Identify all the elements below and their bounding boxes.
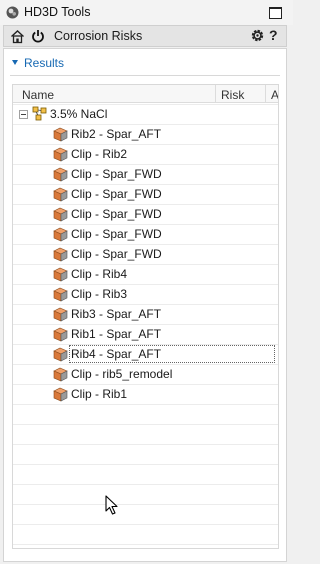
part-pair-icon [52,267,69,282]
tree-item-label: Clip - Spar_FWD [71,227,162,241]
part-pair-icon [52,167,69,182]
tree-item[interactable]: Rib1 - Spar_AFT [13,324,278,344]
panel-title: Corrosion Risks [54,29,143,43]
part-pair-icon [52,327,69,342]
column-header-truncated[interactable]: A [271,88,278,102]
row-separator [13,404,278,405]
tree-item-label: Rib1 - Spar_AFT [71,327,162,341]
power-icon[interactable] [31,29,45,43]
row-separator [13,464,278,465]
divider [10,75,280,76]
row-separator [13,484,278,485]
tree-item-label: Rib2 - Spar_AFT [71,127,162,141]
maximize-button[interactable] [269,7,282,19]
hd3d-app-icon [6,6,19,19]
grid-header: Name Risk A [13,85,278,103]
tree-item-label: Clip - Rib3 [71,287,128,301]
window-title: HD3D Tools [24,5,91,19]
tree-root-row[interactable]: 3.5% NaCl [13,104,278,124]
gear-icon[interactable] [250,28,265,43]
column-header-name[interactable]: Name [22,88,54,102]
part-pair-icon [52,307,69,322]
tree-item-label: Clip - Rib4 [71,267,128,281]
toolbar: Corrosion Risks ? [3,25,287,47]
row-separator [13,504,278,505]
tree-root-label: 3.5% NaCl [50,107,108,121]
tree-item-label: Clip - Spar_FWD [71,187,162,201]
tree-item-label: Clip - Spar_FWD [71,207,162,221]
tree-item[interactable]: Clip - Spar_FWD [13,244,278,264]
help-button[interactable]: ? [269,27,278,43]
tree-item[interactable]: Clip - Rib2 [13,144,278,164]
part-pair-icon [52,227,69,242]
tree-item[interactable]: Clip - Spar_FWD [13,164,278,184]
part-pair-icon [52,287,69,302]
caret-down-icon [12,60,18,65]
tree-item[interactable]: Clip - rib5_remodel [13,364,278,384]
results-tree-grid[interactable]: Name Risk A 3.5% NaCl Rib2 - Spar_AFT Cli… [12,84,279,549]
tree-item[interactable]: Clip - Rib3 [13,284,278,304]
tree-item-label: Clip - Spar_FWD [71,167,162,181]
tree-item-label: Clip - Spar_FWD [71,247,162,261]
part-pair-icon [52,387,69,402]
column-divider[interactable] [215,85,216,103]
tree-item[interactable]: Clip - Spar_FWD [13,204,278,224]
column-header-risk[interactable]: Risk [221,88,244,102]
tree-item-label: Rib3 - Spar_AFT [71,307,162,321]
mouse-cursor-icon [105,495,118,515]
tree-item[interactable]: Rib3 - Spar_AFT [13,304,278,324]
tree-item[interactable]: Clip - Spar_FWD [13,184,278,204]
tree-item[interactable]: Clip - Rib4 [13,264,278,284]
part-pair-icon [52,367,69,382]
tree-item-label: Clip - rib5_remodel [71,367,173,381]
focus-rectangle [69,345,275,363]
results-panel: Results Name Risk A 3.5% NaCl Rib2 - Spa… [3,48,287,562]
tree-item-label: Clip - Rib2 [71,147,128,161]
tree-item-label: Clip - Rib1 [71,387,128,401]
home-icon[interactable] [10,29,25,44]
row-separator [13,444,278,445]
tree-item[interactable]: Rib4 - Spar_AFT [13,344,278,364]
title-bar: HD3D Tools [0,0,293,25]
tree-item[interactable]: Clip - Rib1 [13,384,278,404]
part-pair-icon [52,207,69,222]
row-separator [13,524,278,525]
part-pair-icon [52,187,69,202]
part-pair-icon [52,247,69,262]
results-label: Results [24,56,65,70]
tree-item[interactable]: Rib2 - Spar_AFT [13,124,278,144]
environment-group-icon [32,106,47,121]
part-pair-icon [52,147,69,162]
column-divider[interactable] [265,85,266,103]
tree-item[interactable]: Clip - Spar_FWD [13,224,278,244]
row-separator [13,544,278,545]
collapse-icon[interactable] [19,110,28,119]
part-pair-icon [52,347,69,362]
part-pair-icon [52,127,69,142]
row-separator [13,424,278,425]
